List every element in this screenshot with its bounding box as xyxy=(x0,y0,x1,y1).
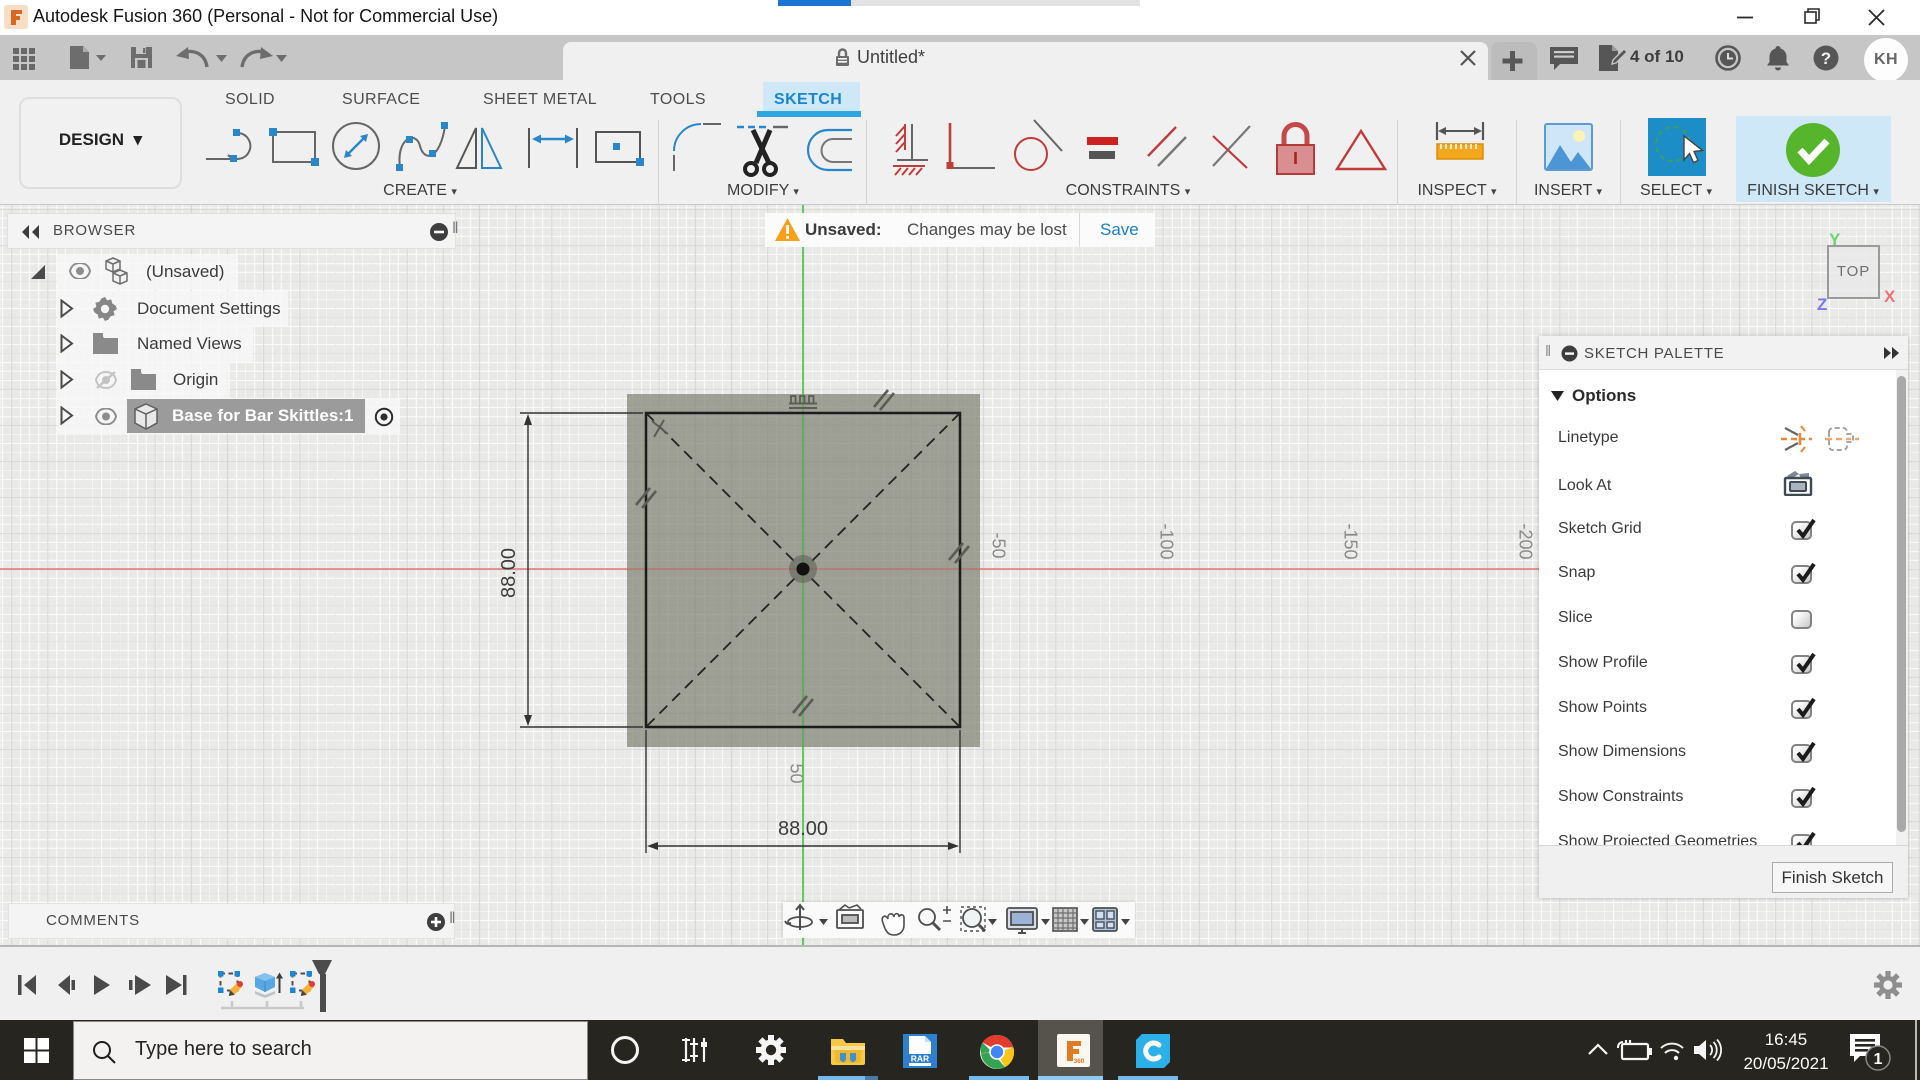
svg-text:1: 1 xyxy=(1874,1051,1883,1068)
svg-text:RAR: RAR xyxy=(911,1054,929,1064)
svg-text:360: 360 xyxy=(1074,1058,1085,1065)
svg-text:?: ? xyxy=(1821,49,1831,68)
svg-text:88.00: 88.00 xyxy=(498,548,520,598)
svg-text:88.00: 88.00 xyxy=(778,818,828,840)
